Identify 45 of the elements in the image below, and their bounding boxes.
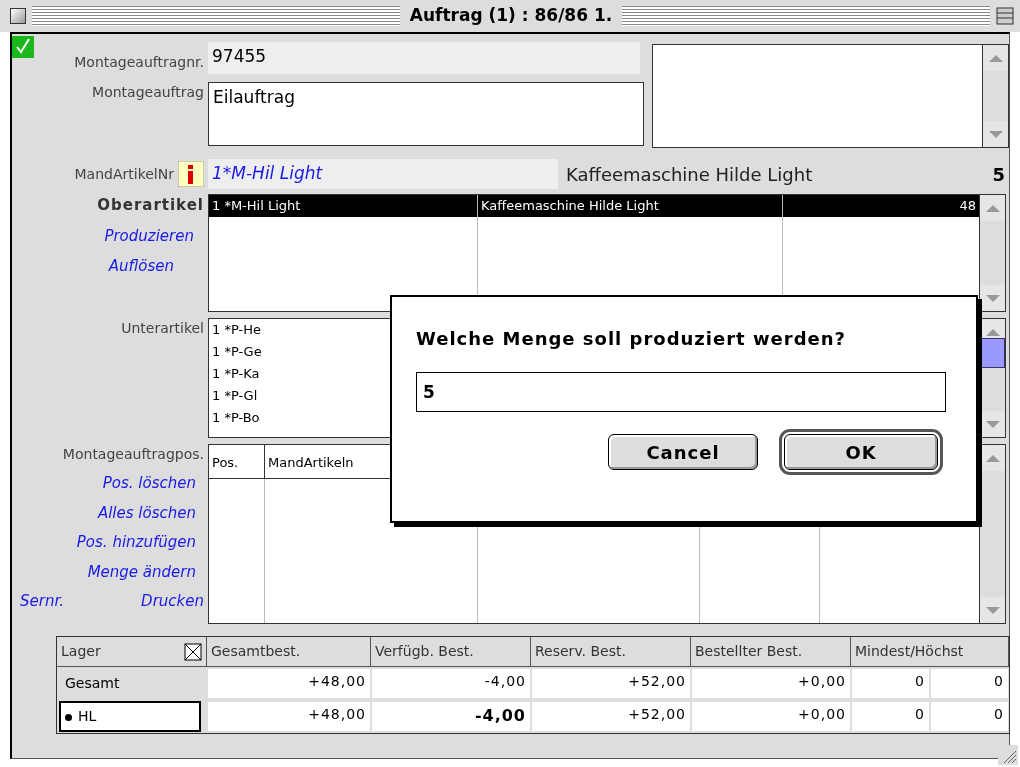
field-label: MandArtikelNr [74,164,174,184]
column-header: Pos. [211,454,240,472]
article-name: Kaffeemaschine Hilde Light [566,162,814,187]
column-header: Lager [61,642,101,661]
field-label: Montageauftragnr. [73,52,205,72]
table-cell: -4,00 [372,702,530,731]
table-cell: +0,00 [692,702,850,731]
order-number-field[interactable]: 97455 [208,42,640,74]
action-link[interactable]: Alles löschen [97,501,196,524]
cancel-button[interactable]: Cancel [608,434,758,470]
field-label: Montageauftrag [91,83,205,102]
warehouse-name[interactable]: HL [59,701,201,732]
table-cell: -4,00 [372,669,530,698]
table-cell: 0 [931,702,1008,731]
dialog-prompt: Welche Menge soll produziert werden? [416,327,848,351]
section-label: Oberartikel [97,195,204,216]
table-cell: +48,00 [208,702,370,731]
section-label: Unterartikel [120,319,205,338]
column-header: Reserv. Best. [531,637,691,667]
action-link[interactable]: Menge ändern [87,560,196,583]
table-cell: +0,00 [692,669,850,698]
order-text-field[interactable]: Eilauftrag [208,82,644,146]
table-cell: +52,00 [532,669,690,698]
window-title: Auftrag (1) : 86/86 1. [408,4,614,28]
column-header: Bestellter Best. [691,637,851,667]
selected-row[interactable]: 1 *M-Hil Light Kaffeemaschine Hilde Light 48 [209,195,979,217]
quantity-value: 5 [992,162,1005,187]
column-header: Gesamtbest. [207,637,371,667]
action-link[interactable]: Sernr. [20,590,64,613]
table-cell: 0 [852,669,929,698]
table-cell: 0 [852,702,929,731]
column-header: Mindest/Höchst [851,637,1009,667]
action-link[interactable]: Pos. löschen [102,472,196,495]
section-label: Montageauftragpos. [62,445,204,464]
action-link[interactable]: Drucken [141,590,204,613]
warehouse-name[interactable]: Gesamt [59,668,201,699]
table-cell: +52,00 [532,702,690,731]
article-number-field[interactable]: 1*M-Hil Light [208,159,558,189]
action-link[interactable]: Auflösen [108,255,174,278]
quantity-input[interactable]: 5 [416,372,946,412]
action-link[interactable]: Produzieren [104,224,194,247]
table-cell: +48,00 [208,669,370,698]
table-cell: 0 [931,669,1008,698]
action-link[interactable]: Pos. hinzufügen [76,531,196,554]
column-header: Verfügb. Best. [371,637,531,667]
